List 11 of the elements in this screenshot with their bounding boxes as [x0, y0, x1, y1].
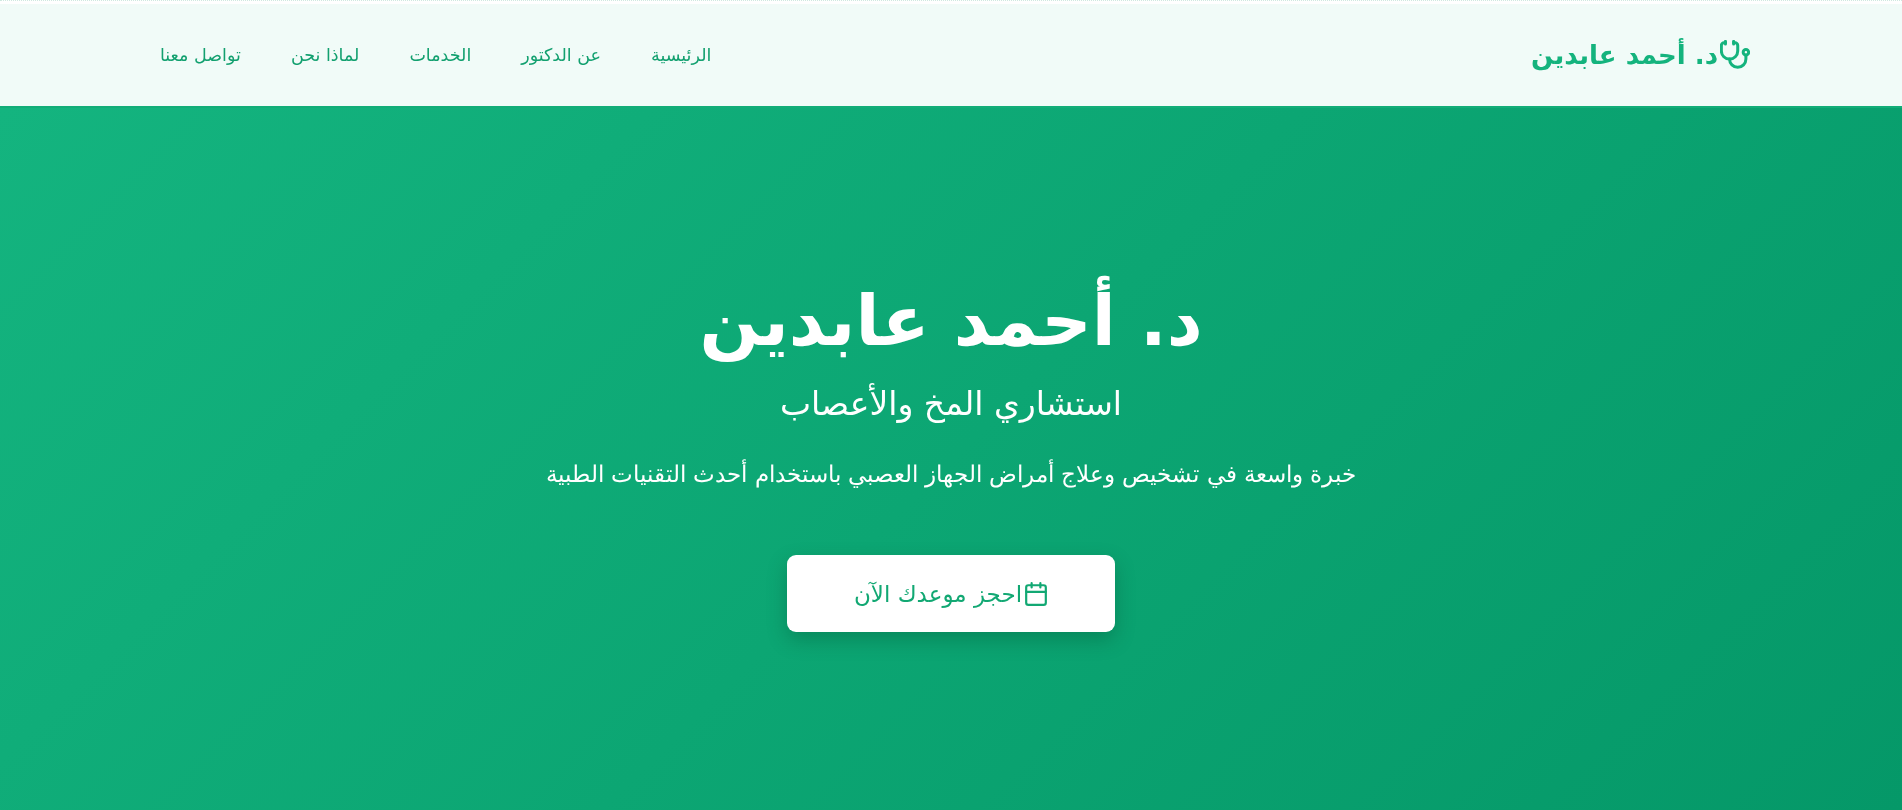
nav-link[interactable]: لماذا نحن — [290, 41, 360, 69]
calendar-icon — [1024, 581, 1049, 606]
hero-description: خبرة واسعة في تشخيص وعلاج أمراض الجهاز العصبي باستخدام أحدث التقنيات الطبية — [545, 458, 1357, 490]
nav-link[interactable]: عن الدكتور — [521, 41, 602, 69]
nav-link[interactable]: الرئيسية — [651, 41, 712, 69]
nav-link[interactable]: الخدمات — [409, 41, 472, 69]
stethoscope-icon — [1720, 40, 1750, 70]
brand-logo[interactable]: د. أحمد عابدين — [1531, 35, 1750, 75]
hero-subtitle: استشاري المخ والأعصاب — [779, 383, 1123, 425]
nav-link[interactable]: تواصل معنا — [160, 41, 241, 69]
book-appointment-button[interactable]: احجز موعدك الآن — [787, 555, 1115, 633]
